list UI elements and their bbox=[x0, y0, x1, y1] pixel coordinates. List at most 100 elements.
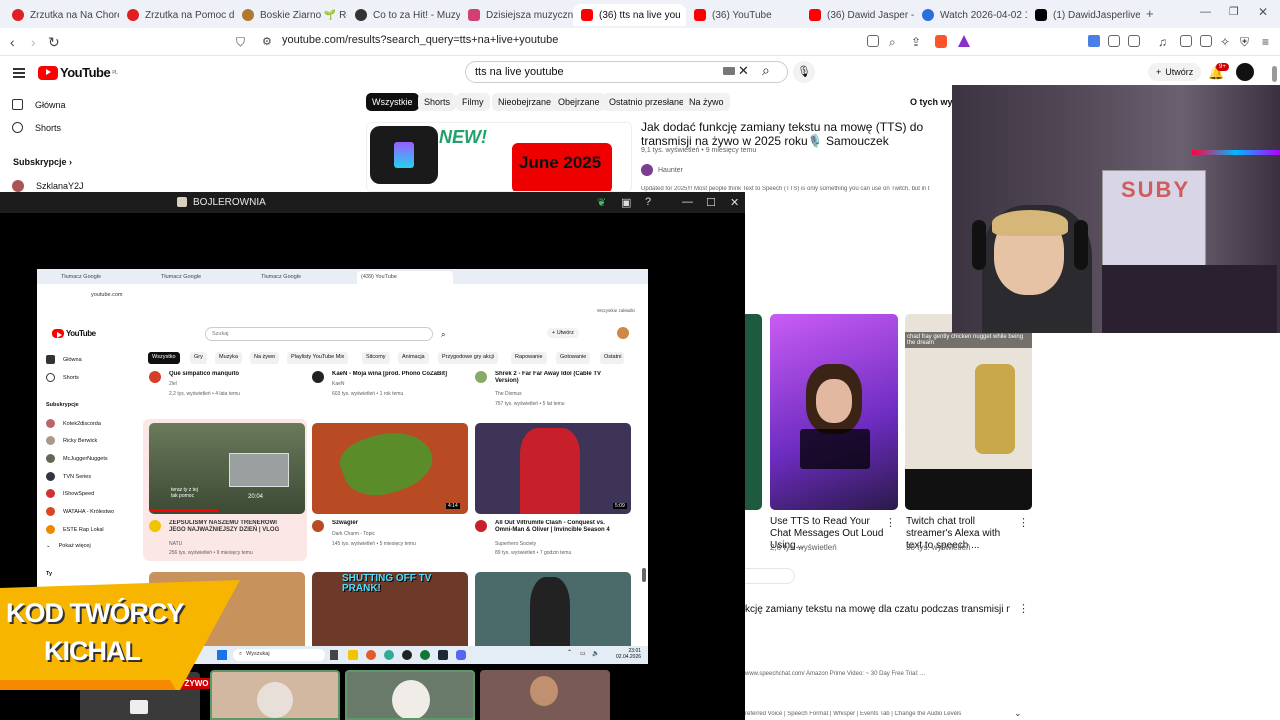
video-thumbnail[interactable]: NEW! June 2025 bbox=[366, 122, 632, 192]
channel-avatar[interactable] bbox=[641, 164, 653, 176]
sidebar-icon[interactable] bbox=[1180, 35, 1192, 47]
clear-search-icon[interactable]: ✕ bbox=[738, 63, 749, 79]
channel-avatar[interactable] bbox=[149, 371, 161, 383]
inner-sidebar-home[interactable]: Główna bbox=[46, 355, 82, 364]
chip-recent[interactable]: Ostatnio przesłane bbox=[603, 93, 691, 111]
new-tab-icon[interactable]: + bbox=[1146, 6, 1154, 21]
inner-chip[interactable]: Rapowanie bbox=[511, 352, 547, 364]
sidebar-item-shorts[interactable]: Shorts bbox=[12, 122, 61, 133]
cast-icon[interactable] bbox=[867, 35, 879, 47]
maximize-icon[interactable]: ☐ bbox=[706, 196, 716, 209]
chevron-down-icon[interactable]: ⌄ bbox=[1014, 708, 1022, 719]
short-thumbnail[interactable] bbox=[770, 314, 898, 510]
channel-avatar[interactable] bbox=[475, 371, 487, 383]
inner-video-title[interactable]: Shrek 2 - Far Far Away Idol (Cable TV Ve… bbox=[495, 371, 620, 385]
browser-tab[interactable]: (36) YouTube bbox=[686, 4, 801, 26]
minimize-icon[interactable]: — bbox=[1200, 6, 1211, 18]
inner-you-header[interactable]: Ty bbox=[46, 571, 52, 577]
inner-video-title[interactable]: Szwagier bbox=[332, 520, 462, 527]
inner-chip[interactable]: Gotowanie bbox=[556, 352, 591, 364]
volume-icon[interactable]: 🔈 bbox=[592, 650, 599, 657]
chip-live[interactable]: Na żywo bbox=[683, 93, 730, 111]
chip-unwatched[interactable]: Nieobejrzane bbox=[492, 93, 558, 111]
help-icon[interactable]: ? bbox=[645, 196, 651, 208]
brave-shield-icon[interactable] bbox=[935, 35, 947, 48]
inner-video-thumbnail[interactable]: teraz ty z tej tak pomoc 20:04 bbox=[149, 423, 305, 514]
inner-chip[interactable]: Gry bbox=[190, 352, 207, 364]
inner-video-thumbnail[interactable]: SHUTTING OFF TV PRANK! bbox=[312, 572, 468, 646]
inner-video-thumbnail[interactable] bbox=[475, 572, 631, 646]
inner-video-thumbnail[interactable]: 5:09 bbox=[475, 423, 631, 514]
tray-chevron-icon[interactable]: ⌃ bbox=[567, 649, 572, 656]
short-thumbnail[interactable]: chad fray gently chicken nugget while be… bbox=[905, 314, 1032, 510]
channel-avatar[interactable] bbox=[312, 520, 324, 532]
inner-scrollbar[interactable] bbox=[642, 568, 646, 582]
share-icon[interactable]: ⇪ bbox=[911, 34, 921, 50]
inner-channel[interactable]: 2lel bbox=[169, 381, 177, 387]
inner-subscriptions-header[interactable]: Subskrypcje bbox=[46, 402, 79, 408]
vpn-icon[interactable]: ⛨ bbox=[1240, 34, 1249, 50]
chip-videos[interactable]: Filmy bbox=[456, 93, 490, 111]
media-icon[interactable]: ♫ bbox=[1158, 34, 1167, 50]
inner-video-title[interactable]: All Out Viltrumite Clash - Conquest vs. … bbox=[495, 520, 623, 534]
inner-channel[interactable]: Superhero Society bbox=[495, 541, 536, 547]
inner-chip[interactable]: Animacja bbox=[398, 352, 429, 364]
inner-chip[interactable]: Playlisty YouTube Mix bbox=[287, 352, 349, 364]
short-thumbnail[interactable] bbox=[745, 314, 762, 510]
inner-channel[interactable]: The Dixmus bbox=[495, 391, 522, 397]
voice-search-icon[interactable]: 🎙 bbox=[793, 61, 815, 83]
steam-icon[interactable] bbox=[438, 650, 448, 660]
browser-tab[interactable]: Zrzutka na Na Chore O bbox=[4, 4, 119, 26]
browser-tab[interactable]: Boskie Ziarno 🌱 Reko bbox=[234, 4, 347, 26]
browser-tab[interactable]: (1) DawidJasperlive (@ bbox=[1027, 4, 1140, 26]
brave-icon[interactable] bbox=[366, 650, 376, 660]
chrome-icon[interactable] bbox=[384, 650, 394, 660]
search-icon[interactable]: ⌕ bbox=[441, 330, 445, 340]
zoom-icon[interactable]: ⌕ bbox=[889, 34, 896, 50]
avatar[interactable] bbox=[617, 327, 629, 339]
inner-tab[interactable]: Tłumacz Google bbox=[157, 271, 253, 284]
stream-tile[interactable] bbox=[345, 670, 475, 720]
inner-video-title[interactable]: ZEPSULIŚMY NASZEMU TRENEROWI JEGO NAJWAŻ… bbox=[169, 520, 291, 534]
inner-subscription[interactable]: ESTE Rap Lokal bbox=[46, 525, 104, 534]
browser-tab[interactable]: Dzisiejsza muzyczna k bbox=[460, 4, 573, 26]
inner-video-thumbnail[interactable]: 4:14 bbox=[312, 423, 468, 514]
inner-video-title[interactable]: Qué simpático manquito bbox=[169, 371, 299, 378]
video-title[interactable]: Jak dodać funkcję zamiany tekstu na mowę… bbox=[641, 120, 953, 148]
browser-tab-active[interactable]: (36) tts na live you✕ bbox=[573, 4, 686, 26]
screen-icon[interactable]: ▣ bbox=[621, 196, 631, 209]
chip-watched[interactable]: Obejrzane bbox=[552, 93, 606, 111]
network-icon[interactable]: ▭ bbox=[580, 650, 586, 657]
inner-chip[interactable]: Sitcomy bbox=[362, 352, 390, 364]
channel-avatar[interactable] bbox=[312, 371, 324, 383]
inner-channel[interactable]: KaeN bbox=[332, 381, 345, 387]
avatar[interactable] bbox=[1236, 63, 1254, 81]
more-options-icon[interactable]: ⋮ bbox=[1018, 602, 1029, 615]
inner-subscription[interactable]: Kotek2discorda bbox=[46, 419, 101, 428]
channel-name[interactable]: Haunter bbox=[658, 167, 683, 174]
stream-tile[interactable] bbox=[480, 670, 610, 720]
chip-all[interactable]: Wszystkie bbox=[366, 93, 419, 111]
more-options-icon[interactable]: ⋮ bbox=[1018, 516, 1029, 529]
inner-video-title[interactable]: KaeN - Moja wina [prod. Phono CoZaBit] bbox=[332, 371, 462, 378]
inner-chip[interactable]: Muzyka bbox=[215, 352, 242, 364]
minimize-icon[interactable]: — bbox=[682, 196, 693, 208]
channel-avatar[interactable] bbox=[475, 520, 487, 532]
video-title[interactable]: kcję zamiany tekstu na mowę dla czatu po… bbox=[745, 603, 1010, 617]
site-info-icon[interactable]: ⚙ bbox=[262, 34, 272, 50]
bookmark-icon[interactable]: ⛉ bbox=[236, 34, 245, 50]
wallet-icon[interactable] bbox=[1200, 35, 1212, 47]
translate-icon[interactable] bbox=[1088, 35, 1100, 47]
inner-tab-active[interactable]: (439) YouTube bbox=[357, 271, 453, 284]
subscription-item[interactable]: SzklanaY2J bbox=[12, 180, 84, 192]
chip-shorts[interactable]: Shorts bbox=[418, 93, 457, 111]
inner-chip[interactable]: Na żywo bbox=[250, 352, 280, 364]
inner-subscription[interactable]: WATAHA - Królestwo bbox=[46, 507, 114, 516]
youtube-logo[interactable]: YouTube PL bbox=[38, 65, 118, 80]
discord-icon[interactable] bbox=[456, 650, 466, 660]
inner-chip[interactable]: Wszystko bbox=[148, 352, 180, 364]
inner-chip[interactable]: Ostatni bbox=[600, 352, 624, 364]
forward-icon[interactable]: › bbox=[31, 34, 36, 50]
leo-ai-icon[interactable]: ✧ bbox=[1220, 34, 1230, 50]
inner-subscription[interactable]: IShowSpeed bbox=[46, 489, 94, 498]
